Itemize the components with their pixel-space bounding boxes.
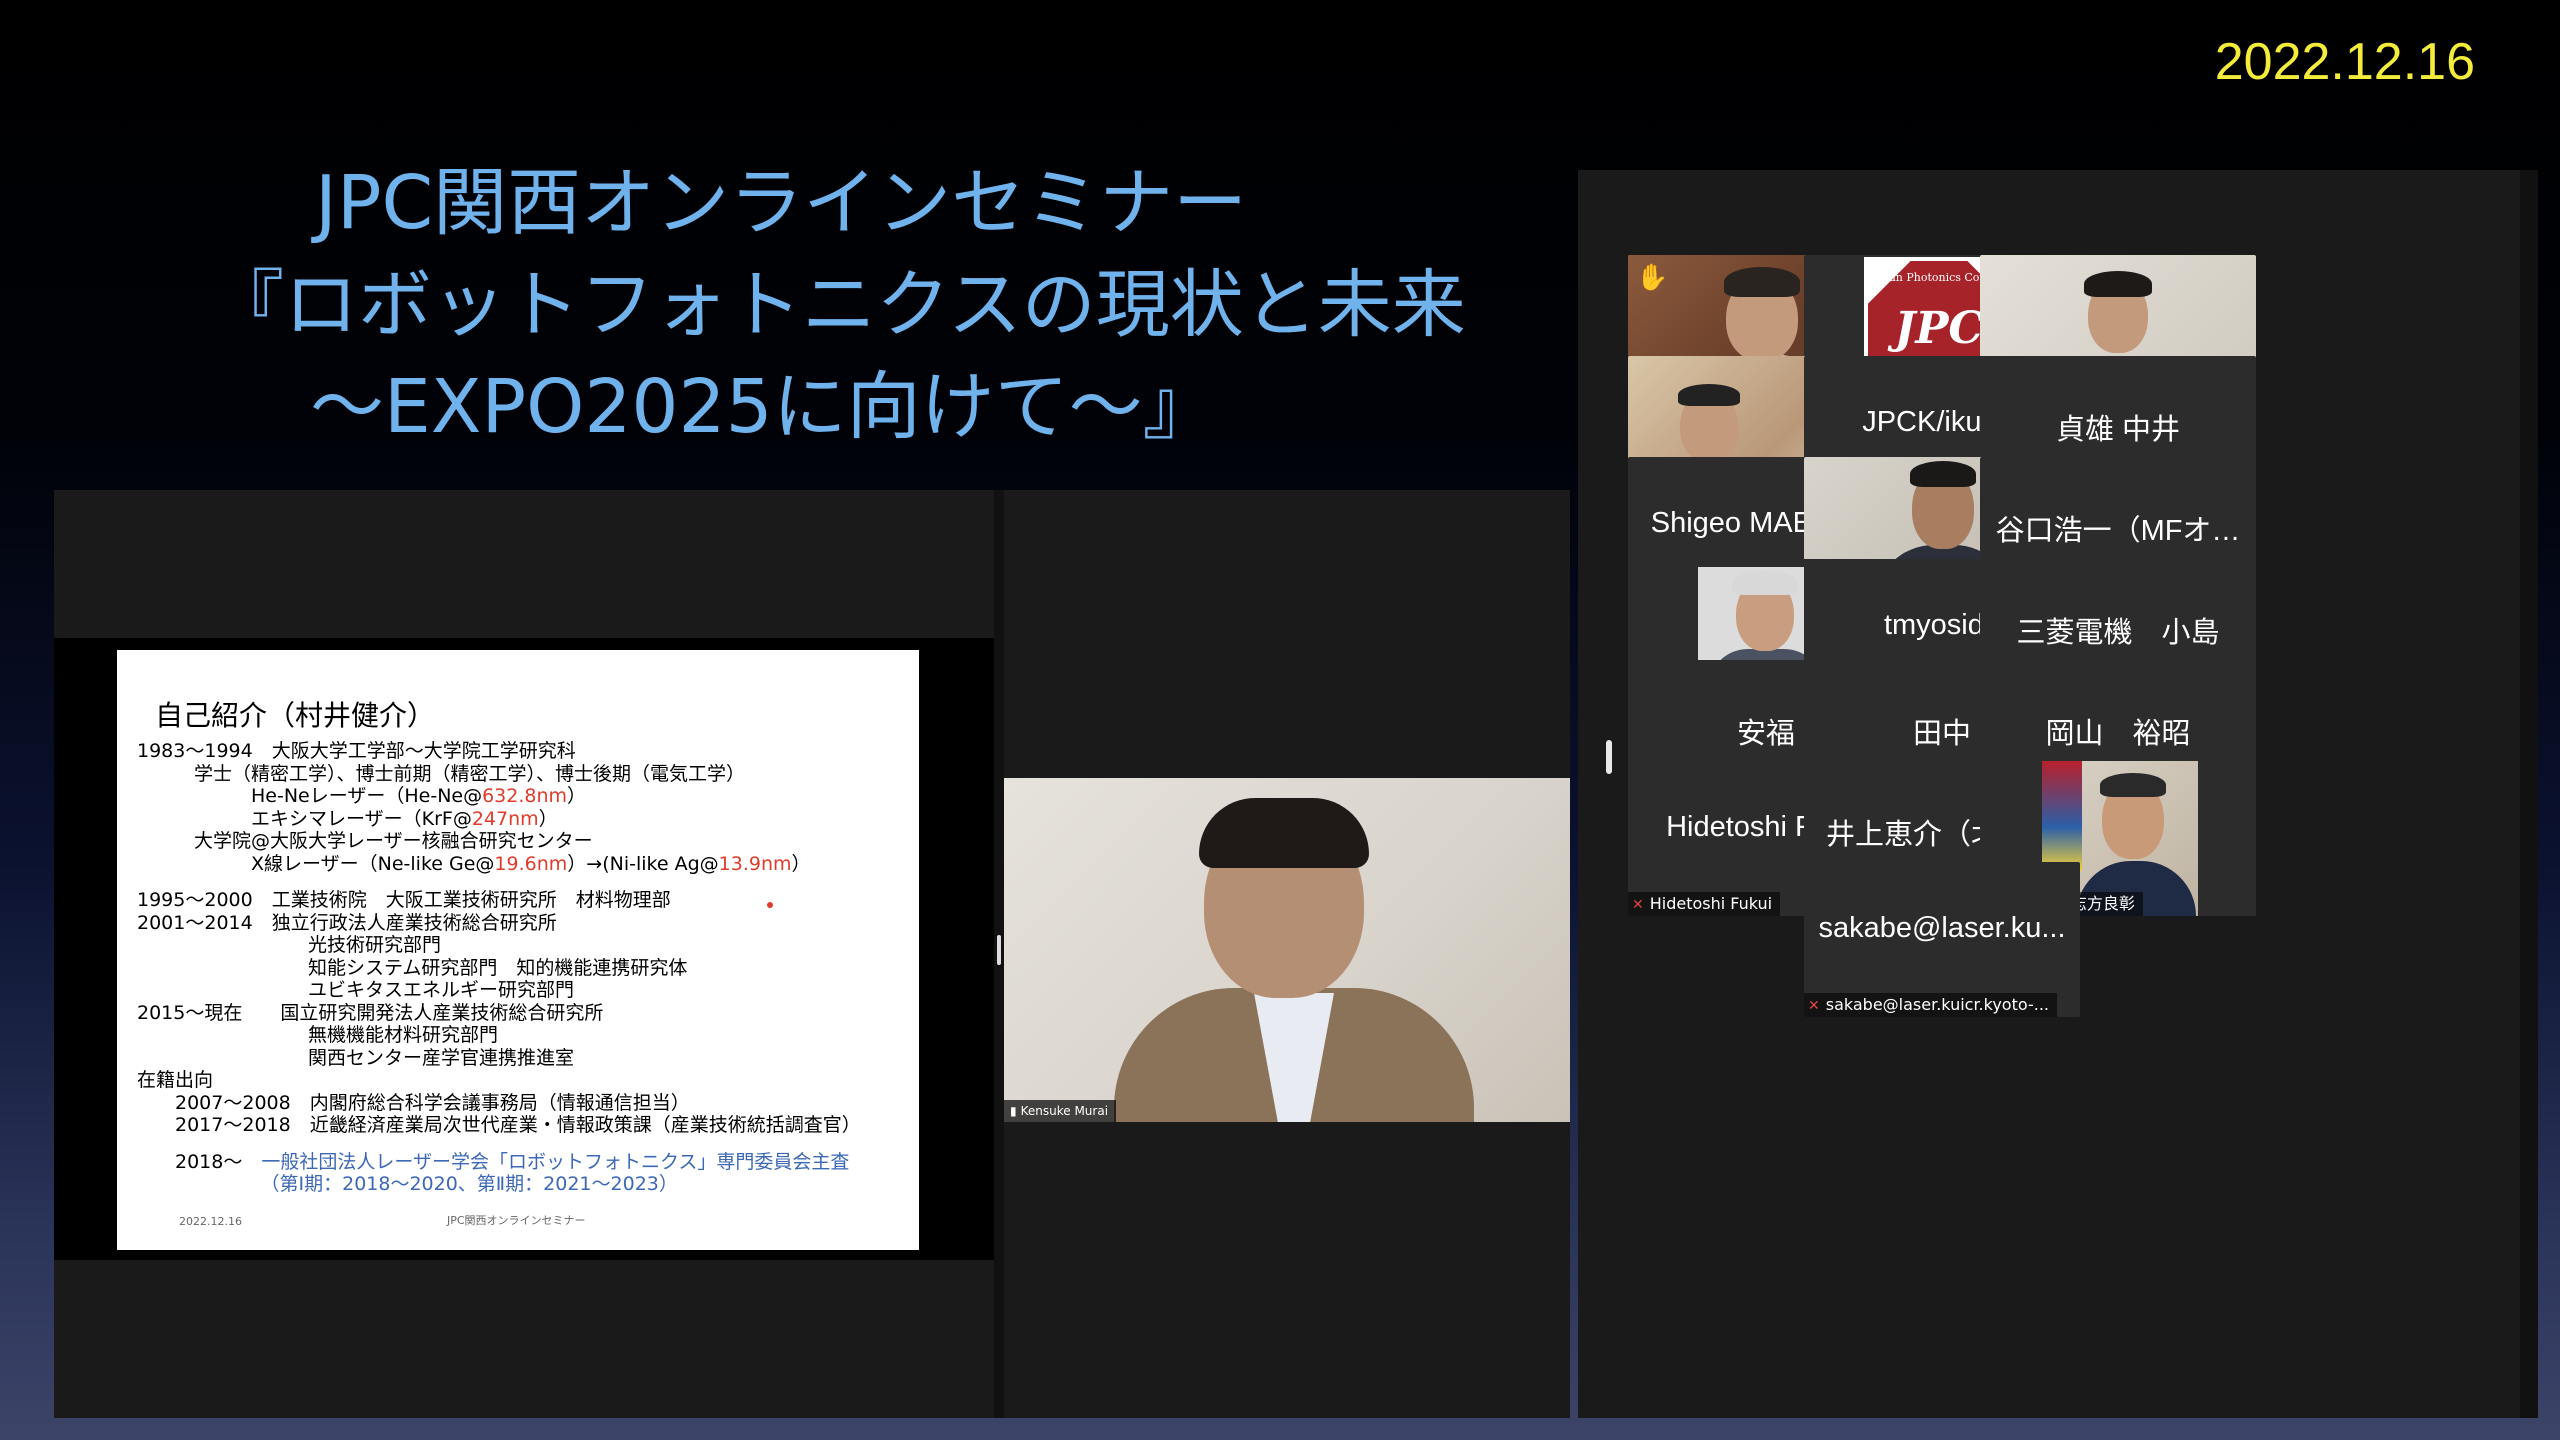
slide-line: ユビキタスエネルギー研究部門	[137, 979, 917, 1002]
slide-line: 2017～2018 近畿経済産業局次世代産業・情報政策課（産業技術統括調査官）	[137, 1114, 917, 1137]
slide-text: 2001～2014 独立行政法人産業技術総合研究所	[137, 911, 557, 934]
slide-text: 2007～2008 内閣府総合科学会議事務局（情報通信担当）	[137, 1091, 690, 1114]
seminar-title: JPC関西オンラインセミナー 『ロボットフォトニクスの現状と未来 ～EXPO20…	[150, 152, 1466, 458]
muted-mic-icon: ✕	[1808, 998, 1820, 1014]
muted-mic-icon: ✕	[1632, 897, 1644, 913]
title-line-1: JPC関西オンラインセミナー	[315, 160, 1248, 246]
participant-gallery: ✋阪部 周二Japan Photonics CouncilJPCsince 20…	[1578, 170, 2538, 1418]
slide-text: ）→(Ni-like Ag@	[567, 852, 719, 875]
slide-text: ）	[791, 852, 811, 875]
slide-text: ユビキタスエネルギー研究部門	[137, 979, 575, 1001]
slide-text: 関西センター産学官連携推進室	[137, 1046, 575, 1069]
slide-text: 大学院@大阪大学レーザー核融合研究センター	[137, 830, 593, 852]
slide-line: 2007～2008 内閣府総合科学会議事務局（情報通信担当）	[137, 1092, 917, 1115]
slide-text: 2015～現在 国立研究開発法人産業技術総合研究所	[137, 1001, 604, 1024]
slide-footer-title: JPC関西オンラインセミナー	[447, 1214, 586, 1227]
participant-display-name: 岡山 裕昭	[2045, 718, 2191, 750]
date-stamp: 2022.12.16	[2214, 33, 2475, 91]
slide-text: 13.9nm	[718, 852, 792, 875]
participant-display-name: sakabe@laser.ku...	[1818, 912, 2066, 944]
slide-text: （第Ⅰ期：2018～2020、第Ⅱ期：2021～2023）	[137, 1173, 678, 1195]
participant-display-name: 谷口浩一（MFオ…	[1995, 515, 2241, 547]
slide-line: X線レーザー（Ne-like Ge@19.6nm）→(Ni-like Ag@13…	[137, 853, 917, 876]
slide: 自己紹介（村井健介） 1983～1994 大阪大学工学部～大学院工学研究科 学士…	[117, 650, 919, 1250]
slide-text: 1983～1994 大阪大学工学部～大学院工学研究科	[137, 740, 576, 762]
participant-name: sakabe@laser.kuicr.kyoto-...	[1825, 995, 2049, 1014]
slide-text: 在籍出向	[137, 1069, 214, 1091]
slide-body: 1983～1994 大阪大学工学部～大学院工学研究科 学士（精密工学）、博士前期…	[137, 740, 917, 1196]
slide-line: 1995～2000 工業技術院 大阪工業技術研究所 材料物理部	[137, 889, 917, 912]
laser-pointer-dot	[767, 902, 773, 908]
participant-name: Hidetoshi Fukui	[1649, 894, 1773, 913]
speaker-hair	[1199, 798, 1369, 868]
slide-text: ）	[538, 807, 558, 830]
raised-hand-icon: ✋	[1636, 263, 1669, 293]
slide-text: 2017～2018 近畿経済産業局次世代産業・情報政策課（産業技術統括調査官）	[137, 1114, 861, 1136]
slide-text: ）	[567, 785, 587, 807]
slide-text: 247nm	[471, 807, 539, 830]
participant-tile[interactable]: sakabe@laser.ku... ✕ sakabe@laser.kuicr.ky…	[1804, 862, 2080, 1017]
gallery-drag-handle[interactable]	[1606, 740, 1612, 774]
speaker-pane: ▮ Kensuke Murai	[1004, 490, 1570, 1418]
participant-display-name: 貞雄 中井	[2055, 414, 2181, 446]
slide-line: （第Ⅰ期：2018～2020、第Ⅱ期：2021～2023）	[137, 1173, 917, 1196]
slide-text: He-Neレーザー（He-Ne@	[137, 785, 483, 807]
slide-line: 在籍出向	[137, 1069, 917, 1092]
slide-line: He-Neレーザー（He-Ne@632.8nm）	[137, 785, 917, 808]
slide-text: 学士（精密工学）、博士前期（精密工学）、博士後期（電気工学）	[137, 762, 746, 785]
slide-text: 光技術研究部門	[137, 934, 442, 956]
slide-text: 無機機能材料研究部門	[137, 1024, 499, 1046]
participant-display-name: 三菱電機 小島	[2016, 617, 2220, 649]
slide-text: 2018～	[137, 1150, 262, 1173]
participant-name-label: ✕ Hidetoshi Fukui	[1628, 892, 1781, 916]
slide-text: 19.6nm	[494, 852, 568, 875]
slide-line: 大学院@大阪大学レーザー核融合研究センター	[137, 830, 917, 853]
slide-line: 知能システム研究部門 知的機能連携研究体	[137, 957, 917, 980]
split-drag-handle[interactable]	[997, 935, 1001, 965]
speaker-name-label: ▮ Kensuke Murai	[1004, 1100, 1117, 1122]
title-line-2: 『ロボットフォトニクスの現状と未来	[210, 262, 1466, 348]
participant-name-label: ✕ sakabe@laser.kuicr.kyoto-...	[1804, 993, 2057, 1017]
slide-line: 2015～現在 国立研究開発法人産業技術総合研究所	[137, 1002, 917, 1025]
slide-frame: 自己紹介（村井健介） 1983～1994 大阪大学工学部～大学院工学研究科 学士…	[54, 638, 994, 1260]
presentation-pane: 自己紹介（村井健介） 1983～1994 大阪大学工学部～大学院工学研究科 学士…	[54, 490, 994, 1418]
slide-line: 無機機能材料研究部門	[137, 1024, 917, 1047]
signal-icon: ▮	[1010, 1104, 1017, 1118]
slide-text: エキシマレーザー（KrF@	[137, 807, 472, 830]
slide-text: 一般社団法人レーザー学会「ロボットフォトニクス」専門委員会主査	[261, 1150, 850, 1173]
speaker-name: Kensuke Murai	[1020, 1104, 1109, 1118]
gallery-edge	[2520, 170, 2538, 1418]
slide-text: X線レーザー（Ne-like Ge@	[137, 852, 495, 875]
slide-text: 知能システム研究部門 知的機能連携研究体	[137, 956, 688, 979]
slide-heading: 自己紹介（村井健介）	[155, 699, 436, 732]
slide-text: 632.8nm	[482, 785, 568, 807]
title-line-3: ～EXPO2025に向けて～』	[310, 364, 1217, 450]
slide-line: 光技術研究部門	[137, 934, 917, 957]
slide-line: 2018～ 一般社団法人レーザー学会「ロボットフォトニクス」専門委員会主査	[137, 1151, 917, 1174]
slide-line: 2001～2014 独立行政法人産業技術総合研究所	[137, 912, 917, 935]
slide-line: エキシマレーザー（KrF@247nm）	[137, 808, 917, 831]
slide-text: 1995～2000 工業技術院 大阪工業技術研究所 材料物理部	[137, 889, 671, 911]
slide-line: 学士（精密工学）、博士前期（精密工学）、博士後期（電気工学）	[137, 763, 917, 786]
speaker-video[interactable]: ▮ Kensuke Murai	[1004, 778, 1570, 1122]
slide-line: 関西センター産学官連携推進室	[137, 1047, 917, 1070]
slide-footer-date: 2022.12.16	[179, 1215, 242, 1228]
slide-line: 1983～1994 大阪大学工学部～大学院工学研究科	[137, 740, 917, 763]
shared-screen: 自己紹介（村井健介） 1983～1994 大阪大学工学部～大学院工学研究科 学士…	[54, 490, 1570, 1418]
